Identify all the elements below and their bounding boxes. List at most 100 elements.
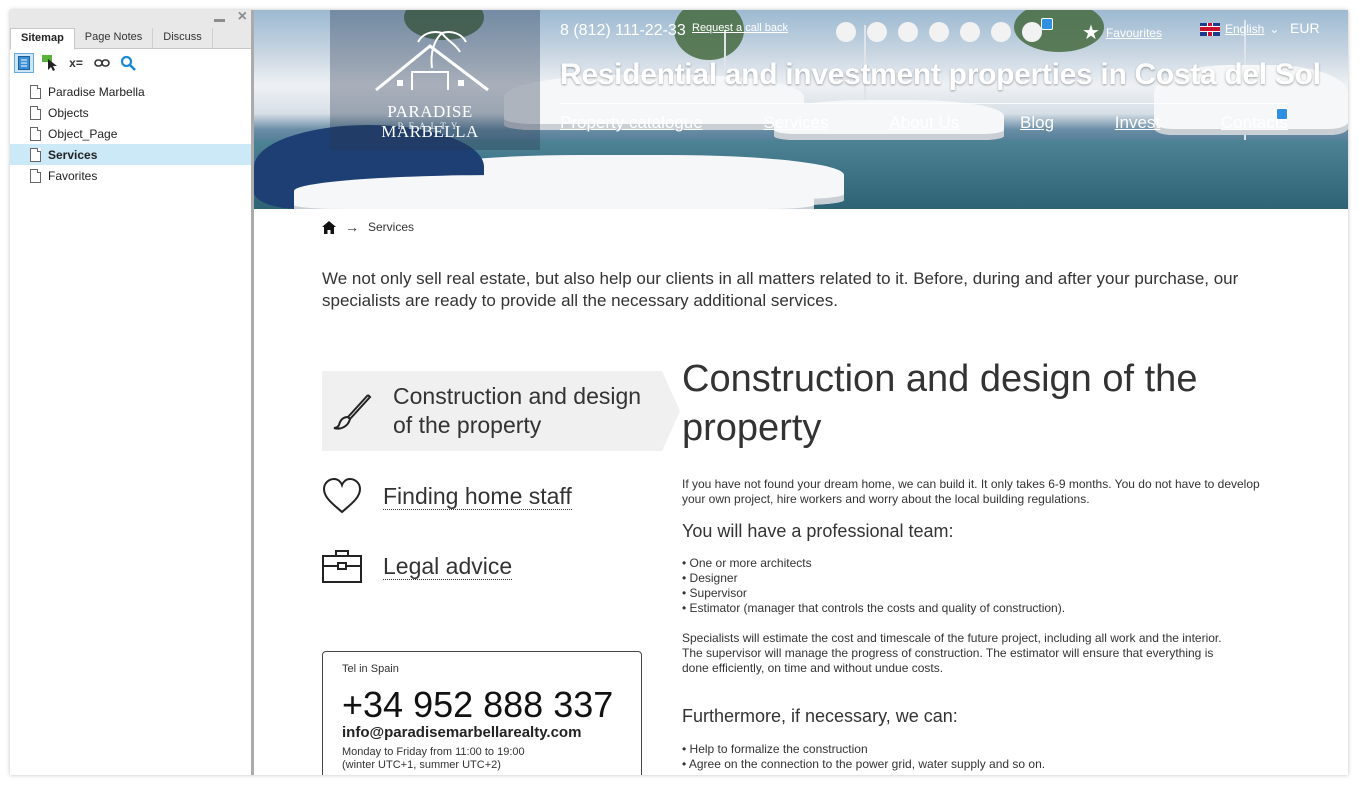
uk-flag-icon — [1200, 22, 1220, 36]
social-icon[interactable] — [867, 22, 887, 42]
page-list-icon[interactable] — [14, 53, 34, 73]
social-icon[interactable] — [960, 22, 980, 42]
briefcase-icon — [322, 550, 362, 583]
panel-titlebar: × — [10, 10, 251, 28]
social-icon[interactable] — [836, 22, 856, 42]
team-heading: You will have a professional team: — [682, 521, 954, 541]
language-select[interactable]: English ⌄ — [1200, 22, 1279, 36]
sitemap-item-label: Services — [48, 147, 98, 162]
logo-subtitle: REALTY — [397, 121, 463, 131]
social-icon[interactable] — [1022, 22, 1042, 42]
page-icon — [30, 84, 41, 99]
currency-select[interactable]: EUR — [1290, 20, 1320, 36]
active-arrow — [662, 371, 680, 451]
prototype-page: PARADISE MARBELLA REALTY 8 (812) 111-22-… — [254, 10, 1348, 775]
nav-property-catalogue[interactable]: Property catalogue — [560, 113, 703, 133]
list-item: • Designer — [682, 571, 738, 585]
sitemap-item-favorites[interactable]: Favorites — [10, 165, 251, 186]
chevron-down-icon: ⌄ — [1269, 22, 1280, 36]
language-label: English — [1225, 22, 1265, 36]
service-legal-advice[interactable]: Legal advice — [322, 546, 513, 586]
service-label: Finding home staff — [383, 482, 572, 511]
list-item: • Supervisor — [682, 586, 747, 600]
request-callback-link[interactable]: Request a call back — [692, 22, 788, 34]
page-icon — [30, 126, 41, 141]
page-icon — [30, 147, 41, 162]
social-icon[interactable] — [991, 22, 1011, 42]
sitemap-item-paradise-marbella[interactable]: Paradise Marbella — [10, 81, 251, 102]
social-icon[interactable] — [898, 22, 918, 42]
link-icon[interactable] — [92, 53, 112, 73]
tab-discuss[interactable]: Discuss — [153, 28, 213, 48]
search-icon[interactable] — [118, 53, 138, 73]
star-icon: ★ — [1082, 22, 1100, 44]
favorites-link[interactable]: ★ Favourites — [1082, 20, 1162, 45]
home-icon[interactable] — [322, 220, 336, 234]
contact-card: Tel in Spain +34 952 888 337 info@paradi… — [322, 651, 642, 775]
page-note-icon[interactable] — [1276, 108, 1288, 120]
more-list: • Help to formalize the construction • A… — [682, 742, 1282, 772]
list-item: • Agree on the connection to the power g… — [682, 757, 1046, 771]
intro-text: We not only sell real estate, but also h… — [322, 269, 1239, 310]
service-label-text: Legal advice — [383, 552, 513, 580]
header-divider — [560, 103, 1288, 104]
tab-page-notes[interactable]: Page Notes — [75, 28, 154, 48]
page-icon — [30, 168, 41, 183]
sitemap-item-label: Object_Page — [48, 126, 118, 141]
hero-headline: Residential and investment properties in… — [560, 58, 1321, 91]
sitemap-item-label: Favorites — [48, 168, 98, 183]
panel-tabs: Sitemap Page Notes Discuss — [10, 28, 251, 50]
sitemap-item-label: Paradise Marbella — [48, 84, 145, 99]
list-item: • Estimator (manager that controls the c… — [682, 601, 1066, 615]
page-note-icon[interactable] — [1041, 18, 1053, 30]
office-hours: Monday to Friday from 11:00 to 19:00 (wi… — [342, 746, 525, 772]
hotspot-pointer-icon[interactable] — [40, 53, 60, 73]
office-hours-line: (winter UTC+1, summer UTC+2) — [342, 759, 501, 771]
sitemap-item-label: Objects — [48, 105, 89, 120]
sitemap-toolbar: x= — [10, 49, 251, 77]
header-phone[interactable]: 8 (812) 111-22-33 — [560, 22, 686, 40]
service-construction[interactable]: Construction and design of the property — [322, 371, 680, 451]
service-label: Construction and design of the property — [393, 383, 642, 438]
main-nav: Property catalogue Services About Us Blo… — [560, 113, 1288, 133]
detail-paragraph: If you have not found your dream home, w… — [682, 477, 1260, 506]
sitemap-item-services[interactable]: Services — [10, 144, 251, 165]
yacht-image — [294, 175, 814, 209]
more-heading: Furthermore, if necessary, we can: — [682, 706, 958, 726]
list-item: • Help to formalize the construction — [682, 742, 868, 756]
team-list: • One or more architects • Designer • Su… — [682, 556, 1282, 616]
page-tree: Paradise Marbella Objects Object_Page Se… — [10, 81, 251, 186]
favorites-label: Favourites — [1105, 25, 1162, 40]
social-icons — [836, 22, 1042, 42]
sitemap-item-object-page[interactable]: Object_Page — [10, 123, 251, 144]
breadcrumb-current: Services — [368, 220, 415, 234]
heart-icon — [322, 477, 362, 514]
breadcrumb: → Services — [322, 219, 414, 235]
arrow-right-icon: → — [345, 219, 359, 235]
nav-about-us[interactable]: About Us — [889, 113, 959, 133]
service-label-text: Finding home staff — [383, 482, 572, 510]
logo-house-icon[interactable] — [372, 28, 492, 98]
paintbrush-icon — [333, 394, 372, 430]
hero-banner: PARADISE MARBELLA REALTY 8 (812) 111-22-… — [254, 10, 1348, 209]
social-icon[interactable] — [929, 22, 949, 42]
service-detail: Construction and design of the property … — [682, 355, 1282, 772]
sitemap-item-objects[interactable]: Objects — [10, 102, 251, 123]
email-link[interactable]: info@paradisemarbellarealty.com — [342, 724, 581, 741]
nav-blog[interactable]: Blog — [1020, 113, 1054, 133]
variables-icon[interactable]: x= — [66, 53, 86, 73]
service-label: Legal advice — [383, 552, 513, 581]
minimize-icon[interactable] — [214, 19, 225, 22]
close-icon[interactable]: × — [238, 10, 247, 26]
tel-number[interactable]: +34 952 888 337 — [342, 684, 613, 726]
detail-paragraph: Specialists will estimate the cost and t… — [682, 631, 1222, 675]
tab-sitemap[interactable]: Sitemap — [10, 28, 75, 50]
nav-services[interactable]: Services — [763, 113, 828, 133]
page-icon — [30, 105, 41, 120]
service-home-staff[interactable]: Finding home staff — [322, 476, 572, 516]
detail-title: Construction and design of the property — [682, 358, 1198, 449]
sitemap-panel: × Sitemap Page Notes Discuss x= Paradise… — [10, 10, 254, 775]
office-hours-line: Monday to Friday from 11:00 to 19:00 — [342, 746, 525, 758]
nav-invest[interactable]: Invest — [1115, 113, 1160, 133]
app-frame: × Sitemap Page Notes Discuss x= Paradise… — [10, 10, 1348, 775]
